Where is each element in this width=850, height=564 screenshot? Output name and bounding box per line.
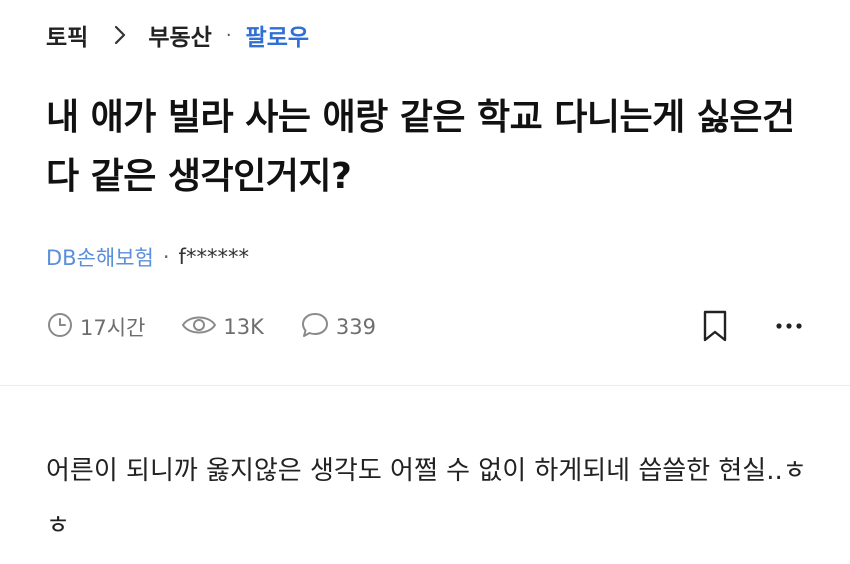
comment-icon: [300, 311, 336, 344]
comments-text: 339: [335, 315, 376, 339]
breadcrumb-dot: ·: [225, 24, 232, 46]
views-stat: 13K: [181, 311, 264, 344]
more-horizontal-icon[interactable]: [776, 322, 802, 330]
author-company-link[interactable]: DB손해보험: [46, 242, 154, 272]
post-stats: 17시간 13K 339: [46, 307, 412, 347]
time-stat: 17시간: [46, 311, 145, 344]
breadcrumb: 토픽 부동산 · 팔로우: [46, 18, 309, 52]
time-text: 17시간: [80, 316, 146, 340]
bookmark-icon[interactable]: [702, 310, 728, 342]
breadcrumb-topic[interactable]: 토픽: [46, 18, 88, 52]
eye-icon: [181, 311, 223, 344]
section-divider: [0, 385, 850, 386]
post-title: 내 애가 빌라 사는 애랑 같은 학교 다니는게 싫은건 다 같은 생각인거지?: [46, 97, 795, 197]
follow-button[interactable]: 팔로우: [246, 18, 309, 52]
views-text: 13K: [223, 315, 264, 339]
comments-stat[interactable]: 339: [300, 311, 376, 344]
breadcrumb-category[interactable]: 부동산: [148, 18, 211, 52]
clock-icon: [46, 311, 80, 344]
post-actions: [702, 306, 802, 346]
post-body: 어른이 되니까 옳지않은 생각도 어쩔 수 없이 하게되네 씁쓸한 현실..ㅎㅎ: [46, 456, 807, 541]
chevron-right-icon: [114, 25, 126, 45]
post-meta: DB손해보험 · f******: [46, 240, 249, 274]
meta-dot: ·: [162, 245, 170, 269]
author-name[interactable]: f******: [179, 245, 249, 269]
